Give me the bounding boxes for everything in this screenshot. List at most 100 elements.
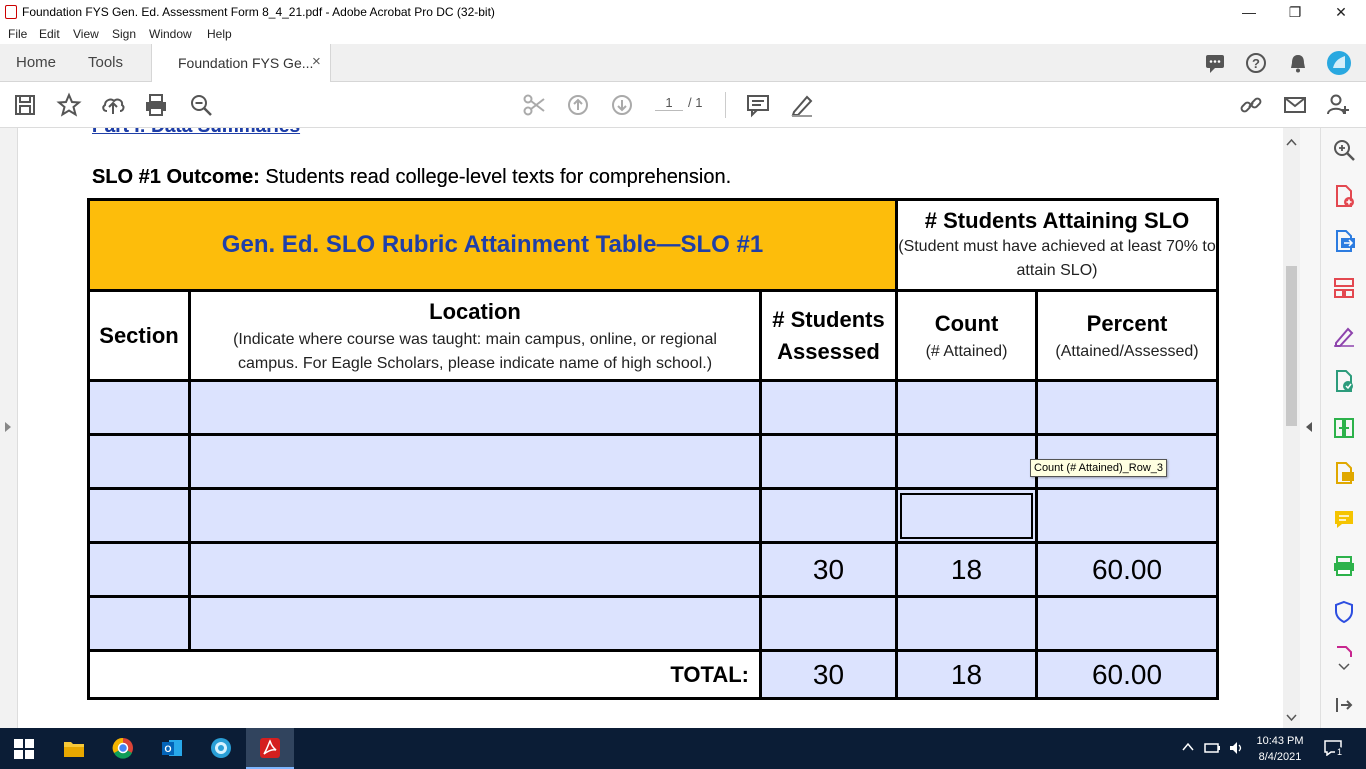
save-icon[interactable] [12,92,38,118]
share-link-icon[interactable] [1238,92,1264,118]
add-user-icon[interactable] [1325,92,1351,118]
organize-pages-icon[interactable] [1332,276,1356,300]
clock-date: 8/4/2021 [1258,751,1302,763]
create-pdf-icon[interactable] [1332,184,1356,208]
location-field[interactable] [188,595,762,652]
count-field[interactable] [895,595,1038,652]
previous-page-icon[interactable] [565,92,591,118]
menu-window[interactable]: Window [149,27,192,41]
percent-field[interactable] [1035,379,1219,436]
notifications-bell-icon[interactable] [1287,52,1309,74]
assessed-field[interactable] [759,433,898,490]
taskbar-app-globe[interactable] [197,728,245,769]
menu-help[interactable]: Help [207,27,232,41]
assessed-field[interactable]: 30 [759,541,898,598]
page-number-input[interactable]: 1 [655,95,683,111]
collapse-tools-pane-icon[interactable] [1332,693,1356,717]
zoom-out-icon[interactable] [188,92,214,118]
toolbar-divider [725,92,726,118]
next-page-icon[interactable] [609,92,635,118]
user-avatar[interactable] [1326,50,1352,76]
section-field[interactable] [87,379,191,436]
section-field[interactable] [87,541,191,598]
menu-sign[interactable]: Sign [112,27,136,41]
percent-field[interactable] [1035,487,1219,544]
location-field[interactable] [188,433,762,490]
battery-network-icon[interactable] [1204,740,1222,756]
taskbar-file-explorer[interactable] [50,728,98,769]
location-field[interactable] [188,379,762,436]
restore-button[interactable]: ❐ [1272,0,1318,24]
count-field[interactable]: 18 [895,541,1038,598]
combine-files-icon[interactable] [1332,416,1356,440]
section-field[interactable] [87,487,191,544]
add-comment-icon[interactable] [745,92,771,118]
right-tools-pane [1320,128,1366,728]
show-hidden-icons-icon[interactable] [1182,742,1194,752]
tab-bar: Home Tools Foundation FYS Ge... × ? [0,44,1366,82]
help-icon[interactable]: ? [1245,52,1267,74]
scrollbar-thumb[interactable] [1286,266,1297,426]
location-field[interactable] [188,541,762,598]
zoom-tool-icon[interactable] [1332,138,1356,162]
menu-file[interactable]: File [8,27,27,41]
minimize-button[interactable]: — [1226,0,1272,24]
taskbar-chrome[interactable] [99,728,147,769]
section-field[interactable] [87,595,191,652]
part-heading[interactable]: Part I: Data Summaries [92,128,300,138]
bookmark-star-icon[interactable] [56,92,82,118]
tab-document[interactable]: Foundation FYS Ge... × [151,44,331,82]
svg-text:O: O [164,744,171,754]
count-field-focused[interactable] [895,487,1038,544]
email-icon[interactable] [1282,92,1308,118]
windows-start-icon[interactable] [14,739,34,759]
left-panel-collapsed[interactable] [0,128,18,728]
col-location-header: Location (Indicate where course was taug… [188,289,762,382]
send-for-comments-icon[interactable] [1332,461,1356,485]
vertical-scrollbar[interactable] [1283,128,1300,728]
comment-tool-icon[interactable] [1332,507,1356,531]
percent-field[interactable] [1035,595,1219,652]
right-panel-toggle[interactable] [1300,128,1320,728]
focused-count-input[interactable] [900,492,1033,539]
close-window-button[interactable]: ✕ [1318,0,1364,24]
scroll-down-icon[interactable] [1286,714,1297,722]
assessed-field[interactable] [759,595,898,652]
action-center-button[interactable]: 1 [1322,738,1345,758]
print-icon[interactable] [143,92,169,118]
percent-field[interactable]: 60.00 [1035,541,1219,598]
window-title: Foundation FYS Gen. Ed. Assessment Form … [22,5,495,19]
location-field[interactable] [188,487,762,544]
cut-scissors-icon[interactable] [521,92,547,118]
export-pdf-icon[interactable] [1332,229,1356,253]
expand-left-panel-icon[interactable] [5,422,11,432]
more-tools-chevron-icon[interactable] [1338,663,1350,671]
comments-icon[interactable] [1204,52,1226,74]
taskbar-outlook[interactable]: O [148,728,196,769]
section-field[interactable] [87,433,191,490]
volume-icon[interactable] [1228,740,1244,756]
menu-edit[interactable]: Edit [39,27,60,41]
col-section-header: Section [87,289,191,382]
scan-ocr-icon[interactable] [1332,554,1356,578]
upload-cloud-icon[interactable] [100,92,126,118]
field-tooltip: Count (# Attained)_Row_3 [1030,459,1168,477]
system-clock[interactable]: 10:43 PM 8/4/2021 [1250,733,1310,765]
assessed-field[interactable] [759,487,898,544]
edit-pdf-icon[interactable] [1332,369,1356,393]
count-field[interactable] [895,379,1038,436]
fill-sign-icon[interactable] [1332,323,1356,347]
close-tab-icon[interactable]: × [312,53,321,70]
taskbar-acrobat[interactable] [246,728,294,769]
protect-shield-icon[interactable] [1332,600,1356,624]
outlook-icon: O [162,740,182,756]
collapse-right-panel-icon[interactable] [1306,422,1312,432]
highlight-pen-icon[interactable] [789,92,815,118]
col-percent-label: Percent [1086,310,1168,336]
menu-view[interactable]: View [73,27,99,41]
tab-tools[interactable]: Tools [88,54,123,71]
scroll-up-icon[interactable] [1286,138,1297,146]
count-field[interactable] [895,433,1038,490]
tab-home[interactable]: Home [16,54,56,71]
assessed-field[interactable] [759,379,898,436]
